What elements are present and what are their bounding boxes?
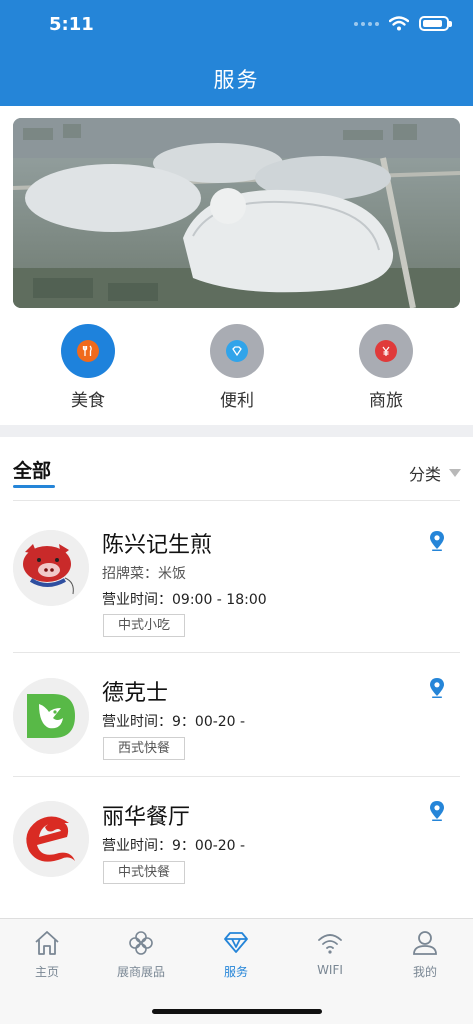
tab-wifi-label: WIFI (317, 963, 343, 977)
home-icon (35, 931, 59, 955)
category-filter[interactable]: 分类 (409, 461, 461, 485)
pig-logo-icon (13, 530, 89, 606)
tab-home-label: 主页 (34, 965, 59, 979)
restaurant-name: 陈兴记生煎 (102, 533, 213, 558)
list-item[interactable]: 德克士 营业时间：9：00-20 - 西式快餐 (0, 653, 473, 777)
tab-wifi[interactable]: WIFI (283, 929, 377, 977)
category-business-travel[interactable]: 商旅 (331, 324, 441, 411)
section-title-all[interactable]: 全部 (13, 456, 51, 483)
diamond-icon (224, 932, 248, 953)
battery-level (423, 20, 442, 27)
restaurant-hours: 营业时间：09:00 - 18:00 (102, 592, 267, 608)
tab-exhibitors[interactable]: 展商展品 (94, 929, 188, 980)
service-categories: 美食 便利 商旅 (0, 324, 473, 414)
home-indicator (152, 1009, 322, 1014)
flower-icon (129, 931, 153, 955)
category-filter-label: 分类 (408, 465, 441, 484)
food-icon (61, 324, 115, 378)
convenience-icon (210, 324, 264, 378)
dicos-bird-logo-icon (13, 678, 89, 754)
wifi-icon (318, 934, 342, 954)
location-pin-icon[interactable] (429, 801, 445, 821)
restaurant-tag: 中式快餐 (103, 861, 186, 884)
section-rule (13, 500, 460, 501)
section-title-underline (13, 485, 55, 488)
user-icon (413, 931, 437, 955)
business-travel-icon (359, 324, 413, 378)
location-pin-icon[interactable] (429, 678, 445, 698)
top-header: 5:11 服务 (0, 0, 473, 106)
restaurant-tag: 西式快餐 (103, 737, 186, 760)
section-divider (0, 425, 473, 437)
restaurant-tag: 中式小吃 (103, 614, 186, 637)
banner-image[interactable] (13, 118, 460, 308)
restaurant-hours: 营业时间：9：00-20 - (102, 838, 246, 854)
category-convenience[interactable]: 便利 (182, 324, 292, 411)
status-indicators (354, 16, 452, 31)
restaurant-hours: 营业时间：9：00-20 - (102, 714, 246, 730)
list-item[interactable]: 丽华餐厅 营业时间：9：00-20 - 中式快餐 (0, 777, 473, 901)
wifi-status-icon (389, 16, 409, 31)
exhibition-center-photo (13, 118, 460, 308)
restaurant-name: 德克士 (102, 681, 169, 706)
restaurant-name: 丽华餐厅 (102, 805, 191, 830)
lihua-e-logo-icon (13, 801, 89, 877)
status-time: 5:11 (49, 14, 94, 35)
tab-exhibitors-label: 展商展品 (116, 965, 165, 979)
dropdown-triangle-icon (449, 469, 461, 477)
location-pin-icon[interactable] (429, 531, 445, 551)
tab-services-label: 服务 (223, 965, 248, 979)
tab-profile-label: 我的 (412, 965, 437, 979)
restaurant-signature: 招牌菜：米饭 (102, 566, 186, 582)
category-business-travel-label: 商旅 (369, 391, 403, 411)
cellular-signal-icon (354, 21, 379, 26)
page-title: 服务 (213, 68, 260, 92)
battery-icon (419, 16, 452, 31)
tab-profile[interactable]: 我的 (378, 929, 472, 980)
category-convenience-label: 便利 (220, 391, 254, 411)
list-item[interactable]: 陈兴记生煎 招牌菜：米饭 营业时间：09:00 - 18:00 中式小吃 (0, 513, 473, 653)
category-food-label: 美食 (71, 391, 105, 411)
tab-services[interactable]: 服务 (189, 929, 283, 980)
tab-home[interactable]: 主页 (0, 929, 94, 980)
category-food[interactable]: 美食 (33, 324, 143, 411)
